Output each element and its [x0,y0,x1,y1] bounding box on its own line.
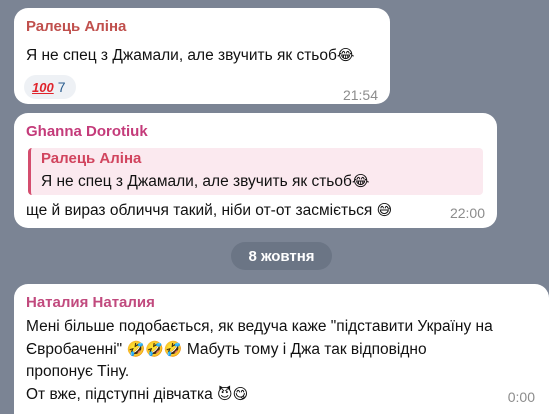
message-line: От вже, підступні дівчатка [26,386,213,403]
message-bubble[interactable]: Ралець Аліна Я не спец з Джамали, але зв… [14,8,390,104]
message-text: Я не спец з Джамали, але звучить як стьо… [26,44,354,67]
message-line: Мені більше подобається, як ведуча каже … [26,318,493,335]
message-text: Мені більше подобається, як ведуча каже … [26,316,526,383]
message-time: 22:00 [449,205,485,221]
message-time: 21:54 [342,87,378,103]
rofl-emoji-icon: 🤣🤣🤣 [126,340,183,358]
message-text-body: ще й вираз обличчя такий, ніби от-от зас… [26,202,373,219]
reaction-count: 7 [57,79,66,95]
quote-sender: Ралець Аліна [41,150,142,167]
laughing-emoji-icon: 😂 [351,172,370,190]
sender-name[interactable]: Ралець Аліна [26,18,126,35]
date-separator[interactable]: 8 жовтня [231,242,332,270]
message-line-part: Євробаченні" [26,341,123,358]
message-bubble[interactable]: Ghanna Dorotiuk Ралець Аліна Я не спец з… [14,113,497,228]
message-text: ще й вираз обличчя такий, ніби от-от зас… [26,199,392,222]
devil-yum-emoji-icon: 😈😋 [217,385,249,403]
message-line-part: Мабуть тому і Джа так відповідно [182,341,427,358]
sender-name[interactable]: Наталия Наталия [26,294,155,311]
hundred-points-icon: 100 [32,79,54,95]
sender-name[interactable]: Ghanna Dorotiuk [26,123,148,140]
message-line: пропонує Тіну. [26,363,130,380]
message-bubble[interactable]: Наталия Наталия Мені більше подобається,… [14,284,549,414]
quote-text: Я не спец з Джамали, але звучить як стьо… [41,170,369,193]
message-text-body: Я не спец з Джамали, але звучить як стьо… [26,47,337,64]
sweat-smile-emoji-icon: 😅 [376,201,393,219]
quote-text-body: Я не спец з Джамали, але звучить як стьо… [41,173,352,190]
message-text: От вже, підступні дівчатка 😈😋 [26,383,526,406]
message-line: Євробаченні" 🤣🤣🤣 Мабуть тому і Джа так в… [26,338,526,361]
reaction-badge[interactable]: 100 7 [24,75,76,99]
laughing-emoji-icon: 😂 [336,46,355,64]
reply-quote[interactable]: Ралець Аліна Я не спец з Джамали, але зв… [28,148,483,195]
message-time: 0:00 [507,389,535,405]
